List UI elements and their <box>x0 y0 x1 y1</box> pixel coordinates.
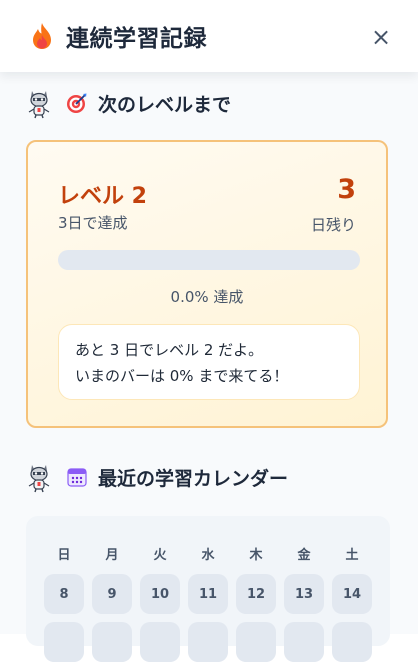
weekday-label: 土 <box>345 548 359 563</box>
calendar-day[interactable]: 13 <box>284 574 324 614</box>
close-button[interactable]: × <box>370 23 392 51</box>
mascot-icon <box>28 91 50 119</box>
flame-icon <box>33 23 51 49</box>
weekday-label: 木 <box>249 548 263 563</box>
next-level-label: レベル 2 <box>58 184 147 209</box>
calendar-day[interactable] <box>92 622 132 662</box>
days-remaining: 3 <box>337 174 356 205</box>
achieve-text: 3日で達成 <box>58 214 128 232</box>
calendar-day[interactable] <box>44 622 84 662</box>
weekday-label: 火 <box>153 548 167 563</box>
progress-text: 0.0% 達成 <box>170 288 244 306</box>
section-title: 次のレベルまで <box>98 93 232 116</box>
days-remaining-label: 日残り <box>310 216 356 234</box>
calendar-day[interactable]: 10 <box>140 574 180 614</box>
message-line: あと 3 日でレベル 2 だよ。 <box>75 341 264 359</box>
weekday-label: 金 <box>297 548 311 563</box>
calendar-day[interactable] <box>332 622 372 662</box>
calendar-day[interactable]: 8 <box>44 574 84 614</box>
next-level-heading: 次のレベルまで <box>26 86 231 120</box>
calendar-week: 8 9 10 11 12 13 14 <box>44 574 372 614</box>
section-title: 最近の学習カレンダー <box>98 467 289 490</box>
calendar-day[interactable] <box>140 622 180 662</box>
target-icon <box>67 93 87 113</box>
calendar-day[interactable]: 12 <box>236 574 276 614</box>
page-title: 連続学習記録 <box>66 26 207 52</box>
calendar-week <box>44 622 372 662</box>
encouragement-message: あと 3 日でレベル 2 だよ。 いまのバーは 0% まで来てる！ <box>58 324 360 400</box>
weekday-header: 日 月 火 水 木 金 土 <box>44 544 372 563</box>
app-header: 連続学習記録 × <box>0 0 418 72</box>
close-icon: × <box>370 23 392 51</box>
calendar-day[interactable] <box>188 622 228 662</box>
main-content[interactable]: 次のレベルまで レベル 2 3日で達成 3 日残り 0.0% 達成 あと 3 日… <box>0 72 418 662</box>
calendar-day[interactable]: 9 <box>92 574 132 614</box>
calendar-heading: 最近の学習カレンダー <box>26 460 288 494</box>
level-card: レベル 2 3日で達成 3 日残り 0.0% 達成 あと 3 日でレベル 2 だ… <box>26 140 388 428</box>
mascot-icon <box>28 465 50 493</box>
calendar-day[interactable]: 14 <box>332 574 372 614</box>
progress-bar <box>58 250 360 270</box>
study-calendar: 日 月 火 水 木 金 土 8 9 10 11 12 13 14 <box>26 516 390 662</box>
message-line: いまのバーは 0% まで来てる！ <box>75 367 289 385</box>
weekday-label: 日 <box>57 548 71 563</box>
calendar-icon <box>67 468 87 487</box>
calendar-day[interactable] <box>284 622 324 662</box>
weekday-label: 水 <box>201 548 215 563</box>
calendar-day[interactable] <box>236 622 276 662</box>
weekday-label: 月 <box>105 548 119 563</box>
calendar-day[interactable]: 11 <box>188 574 228 614</box>
